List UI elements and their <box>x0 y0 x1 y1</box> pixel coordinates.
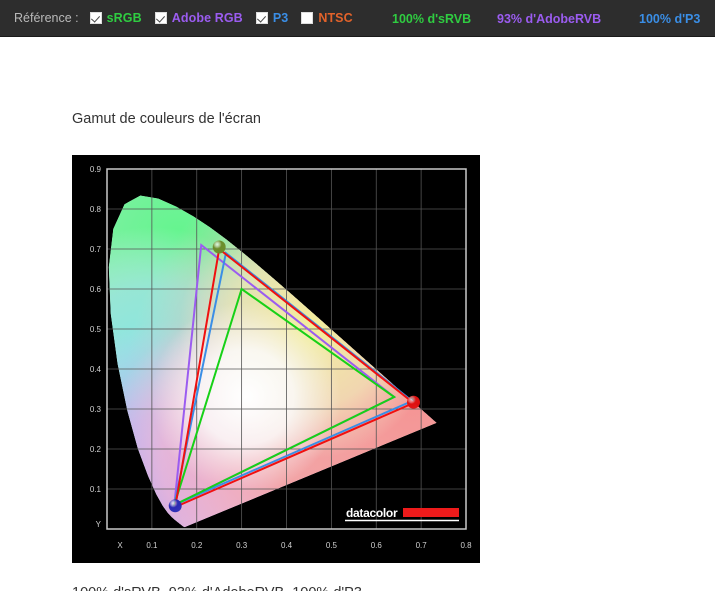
checkbox-ntsc[interactable]: NTSC <box>301 11 353 25</box>
coverage-readout-srgb: 100% d'sRVB <box>392 12 472 26</box>
checkbox-adobe-rgb[interactable]: Adobe RGB <box>154 11 243 25</box>
y-tick-label: 0.8 <box>90 205 102 214</box>
coverage-readout-p3: 100% d'P3 <box>639 12 701 26</box>
y-tick-label: 0.2 <box>90 445 102 454</box>
y-tick-label: 0.3 <box>90 405 102 414</box>
checkbox-adobe-rgb-label: Adobe RGB <box>171 11 243 25</box>
gamut-caption: 100% d'sRVB, 93% d'AdobeRVB, 100% d'P3 <box>72 585 362 591</box>
x-tick-label: 0.8 <box>460 541 472 550</box>
y-axis-label: Y <box>96 520 102 529</box>
y-tick-label: 0.1 <box>90 485 102 494</box>
coverage-readout-adobergb: 93% d'AdobeRVB <box>497 12 602 26</box>
marker-blue-primary <box>168 499 182 513</box>
checkbox-p3[interactable]: P3 <box>255 11 289 25</box>
checkbox-p3-label: P3 <box>272 11 289 25</box>
checkbox-srgb[interactable]: sRGB <box>89 11 142 25</box>
checkbox-adobe-rgb-box[interactable] <box>154 12 167 24</box>
marker-green-primary <box>212 240 226 254</box>
x-tick-label: 0.3 <box>236 541 248 550</box>
y-tick-label: 0.7 <box>90 245 102 254</box>
gamut-chart-panel: 0.1 0.2 0.3 0.4 0.5 0.6 0.7 0.8 0.1 0.2 0.3 0.4 0.5 0… <box>72 155 480 563</box>
x-tick-label: 0.6 <box>371 541 383 550</box>
checkbox-ntsc-box[interactable] <box>301 12 314 24</box>
reference-toolbar: Référence : sRGB Adobe RGB P3 NTSC 100% … <box>0 0 715 37</box>
x-axis-label: X <box>117 541 123 550</box>
checkbox-ntsc-label: NTSC <box>318 11 353 25</box>
x-tick-label: 0.2 <box>191 541 203 550</box>
marker-red-primary <box>406 395 420 409</box>
y-tick-label: 0.9 <box>90 165 102 174</box>
y-tick-label: 0.4 <box>90 365 102 374</box>
checkbox-srgb-label: sRGB <box>106 11 142 25</box>
x-tick-label: 0.4 <box>281 541 293 550</box>
y-tick-label: 0.5 <box>90 325 102 334</box>
cie-chromaticity-diagram: 0.1 0.2 0.3 0.4 0.5 0.6 0.7 0.8 0.1 0.2 0.3 0.4 0.5 0… <box>90 165 472 550</box>
x-tick-label: 0.7 <box>416 541 428 550</box>
watermark-text: datacolor <box>346 506 398 520</box>
reference-label: Référence : <box>14 11 79 25</box>
page-title: Gamut de couleurs de l'écran <box>72 111 261 127</box>
x-tick-label: 0.1 <box>146 541 158 550</box>
checkbox-srgb-box[interactable] <box>89 12 102 24</box>
y-tick-label: 0.6 <box>90 285 102 294</box>
watermark-bar <box>403 508 459 517</box>
x-tick-label: 0.5 <box>326 541 338 550</box>
checkbox-p3-box[interactable] <box>255 12 268 24</box>
